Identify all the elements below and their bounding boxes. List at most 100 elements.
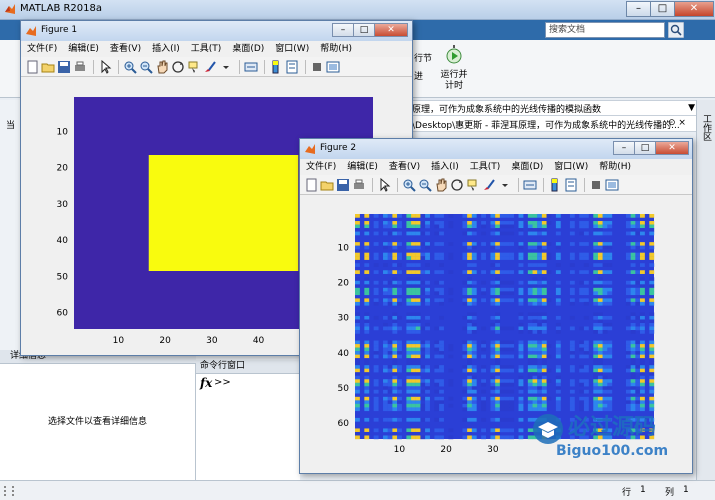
colorbar-icon[interactable] <box>548 178 562 192</box>
save-icon[interactable] <box>57 60 71 74</box>
menu-item-0[interactable]: 文件(F) <box>306 159 336 175</box>
image2-cell <box>625 396 631 401</box>
colorbar-icon[interactable] <box>269 60 283 74</box>
image2-cell <box>481 287 487 292</box>
image2-cell <box>467 344 472 348</box>
image2-cell <box>495 287 501 292</box>
figure-1-title-bar[interactable]: Figure 1 – □ ✕ <box>21 21 412 41</box>
new-figure-icon[interactable] <box>25 60 39 74</box>
rotate-3d-icon[interactable] <box>450 178 464 192</box>
image2-cell <box>527 245 533 250</box>
path-bar-controls-icon[interactable]: ⊙ × <box>668 118 686 128</box>
run-and-time-button[interactable]: 运行并 计时 <box>436 44 472 92</box>
pointer-icon[interactable] <box>98 59 112 74</box>
image2-cell <box>439 242 444 246</box>
dropdown-arrow-icon[interactable] <box>498 178 512 192</box>
hide-plot-tools-icon[interactable] <box>310 60 324 74</box>
zoom-out-icon[interactable] <box>418 178 432 192</box>
run-section-label[interactable]: 行节 进 <box>414 50 436 86</box>
data-cursor-icon[interactable] <box>187 60 201 74</box>
image2-cell <box>364 382 370 387</box>
link-plot-icon[interactable] <box>244 60 258 74</box>
figure-2-maximize-button[interactable]: □ <box>634 141 656 155</box>
image2-cell <box>607 298 613 303</box>
image2-cell <box>392 326 398 331</box>
menu-item-2[interactable]: 查看(V) <box>389 159 420 175</box>
workspace-vertical-tab[interactable]: 工作区 <box>700 114 713 141</box>
doc-search-input[interactable]: 搜索文档 <box>545 22 665 38</box>
dropdown-arrow-icon[interactable] <box>219 60 233 74</box>
save-icon[interactable] <box>336 178 350 192</box>
main-maximize-button[interactable]: □ <box>650 1 675 17</box>
image2-cell <box>555 326 561 331</box>
zoom-in-icon[interactable] <box>123 60 137 74</box>
menu-item-0[interactable]: 文件(F) <box>27 41 57 57</box>
figure-2-close-button[interactable]: ✕ <box>655 141 689 155</box>
menu-item-3[interactable]: 插入(I) <box>431 159 459 175</box>
image2-cell <box>607 301 613 306</box>
figure-2-title-bar[interactable]: Figure 2 – □ ✕ <box>300 139 692 159</box>
zoom-in-icon[interactable] <box>402 178 416 192</box>
current-folder-strip[interactable]: 当 <box>0 100 20 350</box>
data-cursor-icon[interactable] <box>466 178 480 192</box>
figure-2-minimize-button[interactable]: – <box>613 141 635 155</box>
open-file-icon[interactable] <box>320 178 334 192</box>
brush-icon[interactable] <box>482 178 496 192</box>
menu-item-1[interactable]: 编辑(E) <box>347 159 378 175</box>
fx-icon[interactable]: fx <box>200 376 212 390</box>
menu-item-7[interactable]: 帮助(H) <box>320 41 352 57</box>
command-window[interactable]: fx >> <box>196 374 300 480</box>
image2-cell <box>518 340 524 345</box>
menu-item-4[interactable]: 工具(T) <box>470 159 501 175</box>
menu-item-3[interactable]: 插入(I) <box>152 41 180 57</box>
command-prompt[interactable]: >> <box>214 377 231 388</box>
menu-item-6[interactable]: 窗口(W) <box>554 159 588 175</box>
menu-item-1[interactable]: 编辑(E) <box>68 41 99 57</box>
image2-cell <box>415 284 421 289</box>
print-icon[interactable] <box>73 60 87 74</box>
show-plot-tools-icon[interactable] <box>605 178 619 192</box>
pointer-icon[interactable] <box>377 177 391 192</box>
image2-cell <box>518 407 524 412</box>
legend-icon[interactable] <box>285 60 299 74</box>
figure-1-close-button[interactable]: ✕ <box>374 23 408 37</box>
image2-cell <box>411 431 416 436</box>
new-figure-icon[interactable] <box>304 178 318 192</box>
menu-item-5[interactable]: 桌面(D) <box>232 41 264 57</box>
image2-cell <box>387 231 393 236</box>
pan-hand-icon[interactable] <box>155 60 169 74</box>
image2-cell <box>392 252 398 257</box>
show-plot-tools-icon[interactable] <box>326 60 340 74</box>
pan-hand-icon[interactable] <box>434 178 448 192</box>
status-col-value: 1 <box>683 485 689 495</box>
menu-item-4[interactable]: 工具(T) <box>191 41 222 57</box>
image2-cell <box>593 400 599 405</box>
link-plot-icon[interactable] <box>523 178 537 192</box>
image2-cell <box>373 287 379 292</box>
menu-item-7[interactable]: 帮助(H) <box>599 159 631 175</box>
workspace-sidebar[interactable]: 工作区 <box>696 100 715 480</box>
rotate-3d-icon[interactable] <box>171 60 185 74</box>
main-close-button[interactable]: ✕ <box>674 1 714 17</box>
main-minimize-button[interactable]: – <box>626 1 651 17</box>
menu-item-6[interactable]: 窗口(W) <box>275 41 309 57</box>
menu-item-5[interactable]: 桌面(D) <box>511 159 543 175</box>
figure-2-window[interactable]: Figure 2 – □ ✕ 文件(F) 编辑(E) 查看(V) 插入(I) 工具(T)… <box>299 138 693 474</box>
print-icon[interactable] <box>352 178 366 192</box>
image2-cell <box>509 354 515 359</box>
menu-item-2[interactable]: 查看(V) <box>110 41 141 57</box>
figure-1-minimize-button[interactable]: – <box>332 23 354 37</box>
search-icon[interactable] <box>668 22 684 38</box>
figure-1-maximize-button[interactable]: □ <box>353 23 375 37</box>
image2-cell <box>639 263 645 267</box>
legend-icon[interactable] <box>564 178 578 192</box>
brush-icon[interactable] <box>203 60 217 74</box>
image2-cell <box>635 291 641 296</box>
current-folder-tab[interactable]: 当 <box>6 118 15 131</box>
chevron-down-icon[interactable]: ▼ <box>688 101 695 115</box>
image2-cell <box>373 231 379 236</box>
hide-plot-tools-icon[interactable] <box>589 178 603 192</box>
zoom-out-icon[interactable] <box>139 60 153 74</box>
image2-cell <box>597 372 603 376</box>
open-file-icon[interactable] <box>41 60 55 74</box>
